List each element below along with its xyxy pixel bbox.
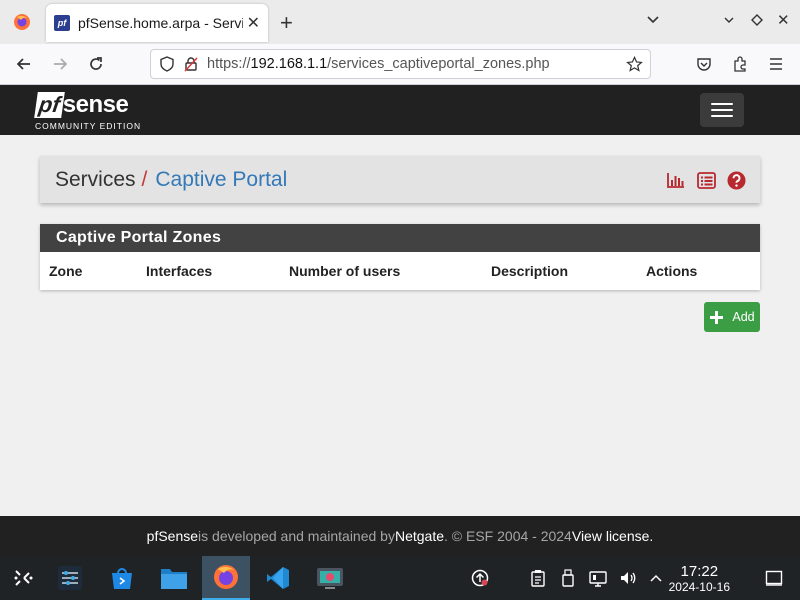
volume-icon[interactable] [618,568,638,588]
tab-close-icon[interactable]: ✕ [247,13,260,33]
url-bar[interactable]: https://192.168.1.1/services_captiveport… [150,49,651,79]
footer-brand: pfSense [146,528,199,544]
extensions-icon[interactable] [732,55,749,77]
breadcrumb-captive-portal[interactable]: Captive Portal [155,168,287,192]
device-notifier-icon[interactable] [558,568,578,588]
screenshot-tool-icon[interactable] [306,556,354,600]
zones-table-header: Zone Interfaces Number of users Descript… [40,252,760,290]
footer-license-link[interactable]: View license. [572,528,653,544]
hamburger-menu-button[interactable] [700,93,744,127]
network-icon[interactable] [588,568,608,588]
file-manager-icon[interactable] [150,556,198,600]
breadcrumb-services: Services [55,167,136,191]
logo-edition: COMMUNITY EDITION [35,121,142,131]
breadcrumb: Services / Captive Portal [40,156,760,203]
browser-nav-bar: https://192.168.1.1/services_captiveport… [0,44,800,85]
window-maximize-icon[interactable] [750,13,764,32]
taskbar: 17:22 2024-10-16 [0,556,800,600]
firefox-menu-icon[interactable] [0,0,44,44]
taskbar-clock[interactable]: 17:22 2024-10-16 [668,563,730,595]
application-launcher-icon[interactable] [0,556,48,600]
column-header-actions: Actions [646,263,698,279]
bookmark-star-icon[interactable] [626,55,643,73]
column-header-zone: Zone [49,263,83,279]
pfsense-header: pfsense COMMUNITY EDITION [0,85,800,135]
app-menu-icon[interactable] [768,56,784,77]
forward-button[interactable] [42,46,78,82]
column-header-number-of-users: Number of users [289,263,401,279]
logo-sense: sense [62,91,129,118]
url-text: https://192.168.1.1/services_captiveport… [207,56,550,72]
browser-tab-active[interactable]: pf pfSense.home.arpa - Services: Captive… [46,4,268,42]
add-zone-button[interactable]: Add [704,302,760,332]
tab-title: pfSense.home.arpa - Services: Captive Po… [78,15,243,31]
system-settings-icon[interactable] [46,556,94,600]
url-path: /services_captiveportal_zones.php [327,56,550,72]
window-minimize-icon[interactable] [722,13,736,32]
pfsense-favicon-icon: pf [54,15,70,31]
footer-text-2: . © ESF 2004 - 2024 [444,528,572,544]
clipboard-icon[interactable] [528,568,548,588]
add-button-label: Add [732,310,755,324]
tab-list-button[interactable] [646,12,660,29]
column-header-interfaces: Interfaces [146,263,213,279]
lock-insecure-icon[interactable] [183,56,199,72]
column-header-description: Description [491,263,569,279]
pfsense-footer: pfSense is developed and maintained by N… [0,516,800,556]
window-close-icon[interactable]: ✕ [777,11,790,29]
zones-panel: Captive Portal Zones Zone Interfaces Num… [40,224,760,290]
new-tab-button[interactable]: + [280,10,293,36]
browser-tab-bar: pf pfSense.home.arpa - Services: Captive… [0,0,800,44]
shield-icon[interactable] [159,56,175,72]
firefox-taskbar-icon[interactable] [202,556,250,600]
log-list-icon[interactable] [696,170,716,190]
clock-time: 17:22 [680,563,719,580]
pfsense-logo[interactable]: pfsense COMMUNITY EDITION [34,91,140,131]
footer-netgate-link[interactable]: Netgate [395,528,444,544]
discover-store-icon[interactable] [98,556,146,600]
url-prefix: https:// [207,56,251,72]
logo-pf: pf [34,92,65,118]
back-button[interactable] [6,46,42,82]
footer-text-1: is developed and maintained by [198,528,395,544]
reload-button[interactable] [78,46,114,82]
system-tray-expand-icon[interactable] [646,568,666,588]
url-host: 192.168.1.1 [250,56,328,72]
pocket-icon[interactable] [696,56,712,77]
breadcrumb-icons [666,170,746,190]
update-notifier-icon[interactable] [470,568,490,588]
show-desktop-icon[interactable] [764,568,784,588]
help-icon[interactable] [726,170,746,190]
clock-date: 2024-10-16 [668,580,730,594]
status-chart-icon[interactable] [666,170,686,190]
plus-icon [710,310,724,324]
vscode-icon[interactable] [254,556,302,600]
breadcrumb-separator: / [141,167,148,191]
zones-panel-title: Captive Portal Zones [40,224,760,252]
